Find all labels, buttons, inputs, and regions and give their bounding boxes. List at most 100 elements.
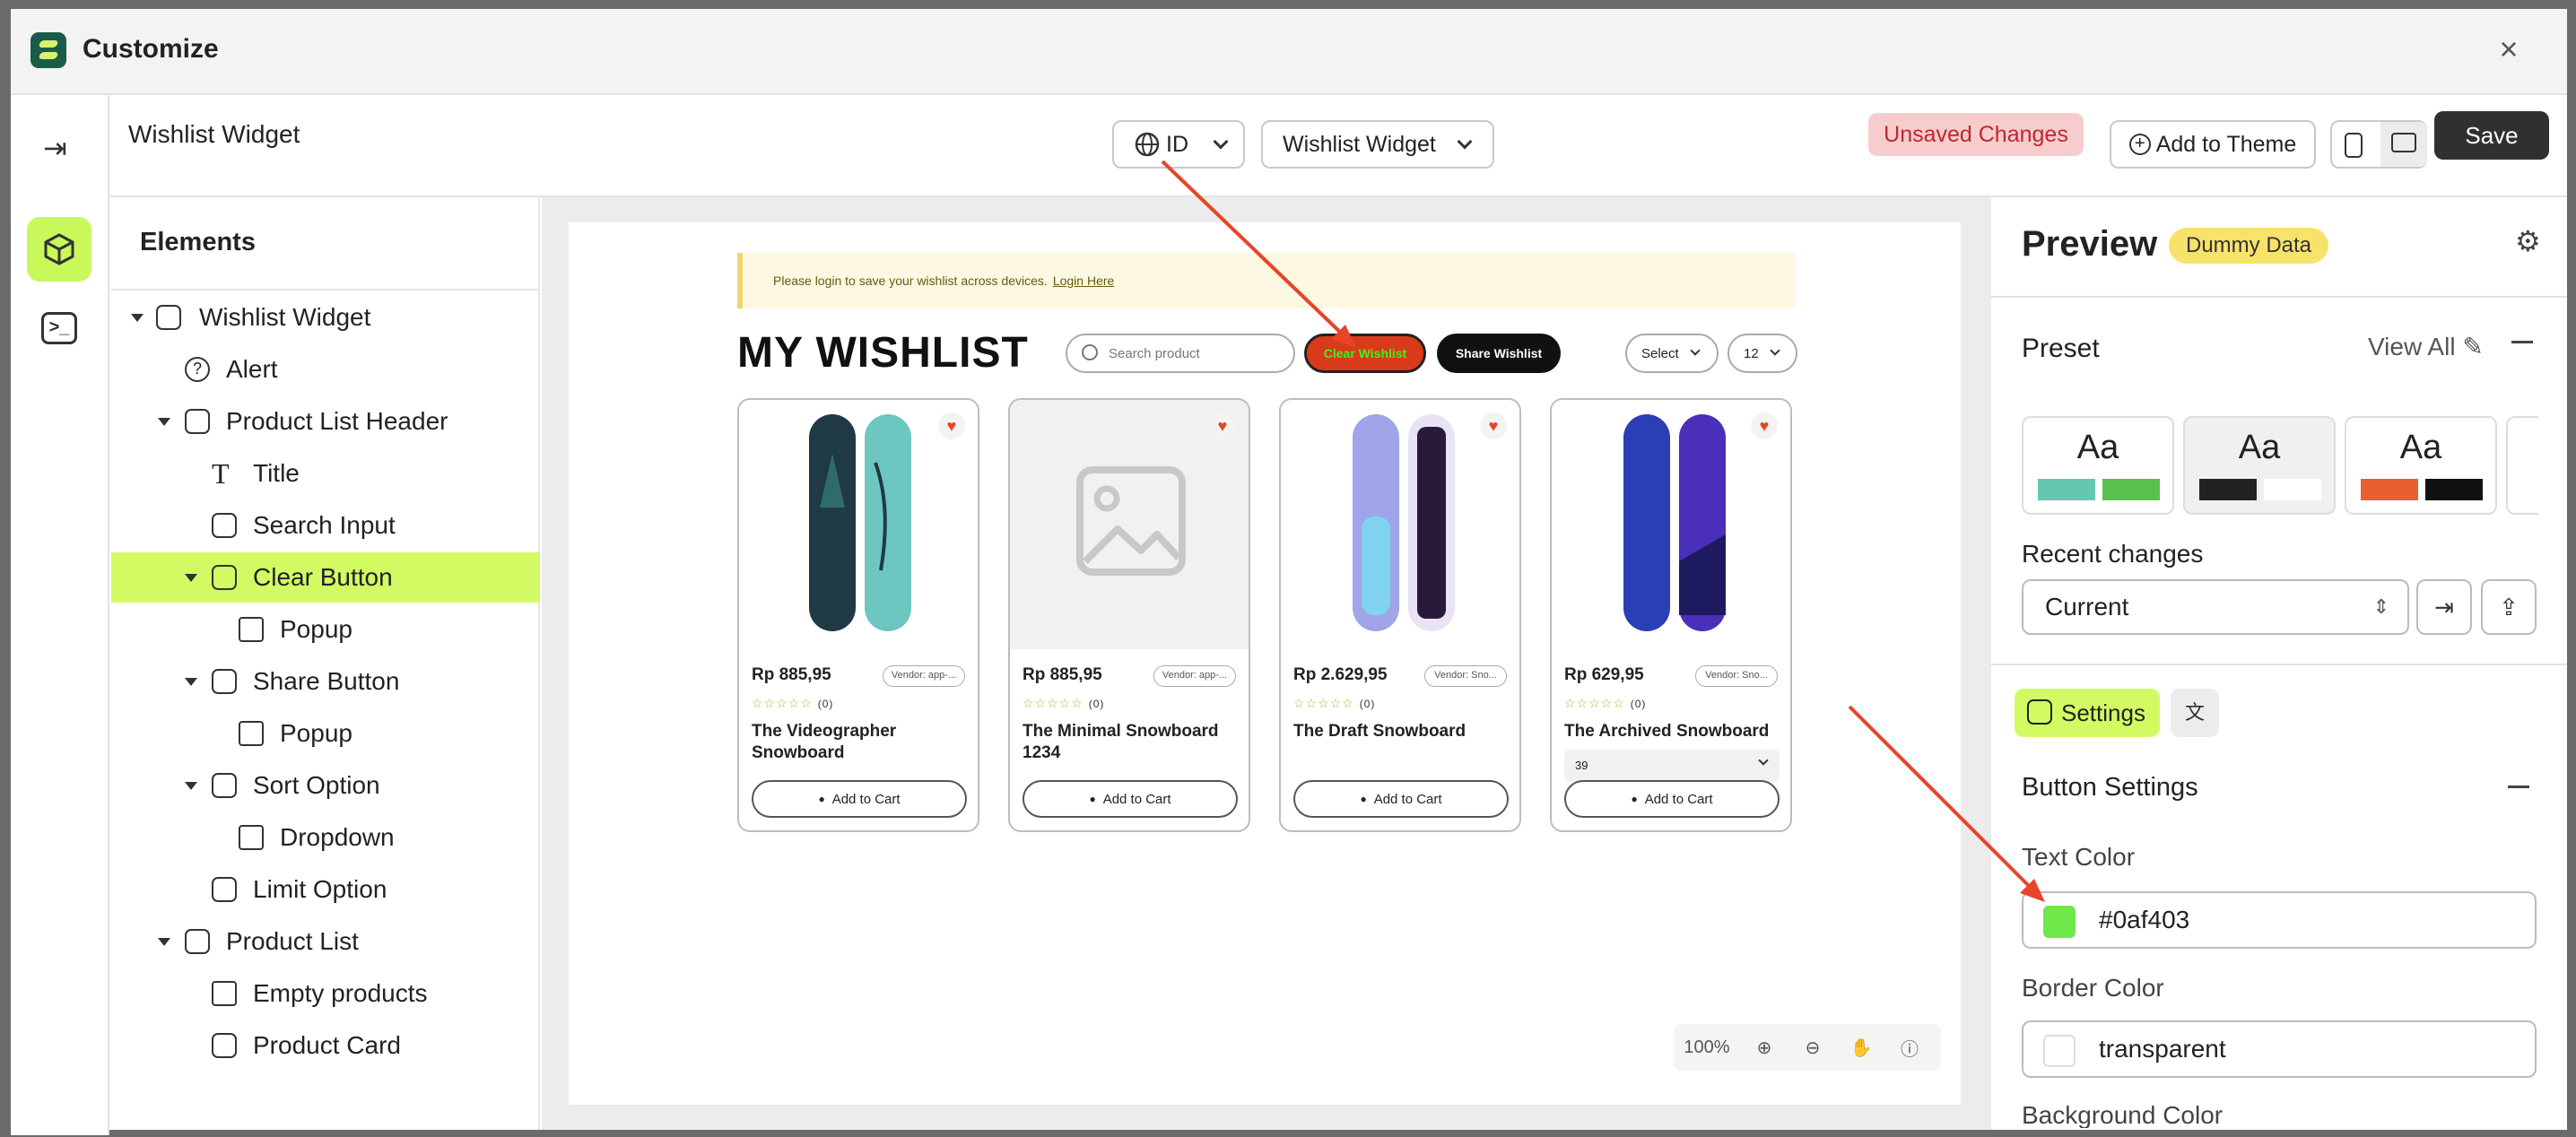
- translate-icon[interactable]: 文: [2171, 689, 2219, 737]
- product-card[interactable]: ♥ Rp 885,95 Vendor: app-... ☆☆☆☆☆ (0) The…: [737, 398, 979, 832]
- zoom-in-icon[interactable]: ⊕: [1740, 1037, 1788, 1059]
- preset-card[interactable]: Aa: [2183, 416, 2336, 515]
- product-card[interactable]: ♥ Rp 2.629,95 Vendor: Sno... ☆☆☆☆☆ (0) Th…: [1279, 398, 1521, 832]
- share-wishlist-button[interactable]: Share Wishlist: [1437, 334, 1561, 373]
- tree-node-alert[interactable]: ? Alert: [111, 344, 540, 395]
- product-card[interactable]: ♥ Rp 885,95 Vendor: app-... ☆☆☆☆☆ (0) The…: [1008, 398, 1250, 832]
- vendor-badge: Vendor: app-...: [883, 665, 965, 687]
- rating-stars: ☆☆☆☆☆ (0): [1564, 696, 1647, 710]
- add-to-cart-button[interactable]: ● Add to Cart: [1564, 780, 1780, 818]
- elements-rail-button[interactable]: [27, 217, 91, 282]
- text-color-value: #0af403: [2099, 906, 2190, 933]
- recent-changes-select[interactable]: Current ⇕: [2022, 579, 2409, 635]
- vendor-badge: Vendor: Sno...: [1695, 665, 1778, 687]
- tree-node-sort-option[interactable]: Sort Option: [111, 760, 540, 811]
- tree-node-empty-products[interactable]: Empty products: [111, 968, 540, 1019]
- product-card[interactable]: ♥ Rp 629,95 Vendor: Sno... ☆☆☆☆☆ (0) The …: [1550, 398, 1792, 832]
- tree-node-popup[interactable]: Popup: [111, 708, 540, 759]
- language-select[interactable]: ID: [1112, 120, 1245, 169]
- hand-icon[interactable]: ✋: [1837, 1037, 1885, 1059]
- save-button[interactable]: Save: [2434, 111, 2549, 160]
- caret-down-icon[interactable]: [158, 938, 170, 946]
- variant-select[interactable]: 39: [1564, 750, 1780, 782]
- product-name[interactable]: The Videographer Snowboard: [752, 721, 970, 764]
- tree-node-product-list[interactable]: Product List: [111, 916, 540, 967]
- border-color-field[interactable]: transparent: [2022, 1020, 2537, 1078]
- export-icon[interactable]: ⇪: [2481, 579, 2537, 635]
- caret-down-icon[interactable]: [185, 782, 197, 790]
- desktop-icon[interactable]: [2391, 133, 2416, 152]
- heart-icon[interactable]: ♥: [938, 412, 965, 439]
- tab-settings[interactable]: Settings: [2015, 689, 2160, 737]
- plus-circle-icon: +: [2128, 134, 2151, 155]
- dummy-data-badge: Dummy Data: [2169, 228, 2328, 264]
- import-icon[interactable]: ⇥: [2416, 579, 2472, 635]
- mobile-icon[interactable]: [2345, 133, 2363, 158]
- button-settings-heading: Button Settings: [2022, 773, 2198, 802]
- tree-node-product-card[interactable]: Product Card: [111, 1020, 540, 1071]
- gear-icon[interactable]: ⚙: [2515, 224, 2541, 258]
- caret-down-icon[interactable]: [131, 314, 144, 322]
- add-to-cart-button[interactable]: ● Add to Cart: [1293, 780, 1509, 818]
- snowboard-image: [1353, 414, 1455, 631]
- tree-node-popup[interactable]: Popup: [111, 604, 540, 655]
- caret-down-icon[interactable]: [185, 678, 197, 686]
- tree-node-search-input[interactable]: Search Input: [111, 500, 540, 551]
- add-to-theme-button[interactable]: + Add to Theme: [2110, 120, 2316, 169]
- heart-icon[interactable]: ♥: [1480, 412, 1507, 439]
- rating-stars: ☆☆☆☆☆ (0): [752, 696, 834, 710]
- language-value: ID: [1166, 131, 1188, 157]
- title-bar: Customize ×: [11, 9, 2567, 95]
- tree-node-product-list-header[interactable]: Product List Header: [111, 396, 540, 447]
- preset-card[interactable]: Aa: [2022, 416, 2174, 515]
- tree-node-label: Popup: [280, 719, 352, 747]
- component-icon: [212, 877, 237, 902]
- preset-card[interactable]: Aa: [2345, 416, 2497, 515]
- divider: [111, 289, 540, 291]
- preset-swatch: [2199, 479, 2257, 500]
- view-all-link[interactable]: View All ✎: [2368, 332, 2484, 361]
- image-placeholder-icon: [1076, 466, 1186, 576]
- product-name[interactable]: The Minimal Snowboard 1234: [1023, 721, 1241, 764]
- close-icon[interactable]: ×: [2495, 33, 2522, 65]
- variant-value: 39: [1575, 759, 1588, 772]
- heart-icon[interactable]: ♥: [1751, 412, 1778, 439]
- tree-node-share-button[interactable]: Share Button: [111, 656, 540, 707]
- widget-select[interactable]: Wishlist Widget: [1261, 120, 1494, 169]
- preset-sample: Aa: [2399, 429, 2442, 466]
- clear-wishlist-button[interactable]: Clear Wishlist: [1304, 334, 1426, 373]
- add-to-cart-button[interactable]: ● Add to Cart: [752, 780, 967, 818]
- sort-select[interactable]: Select: [1625, 334, 1719, 373]
- add-to-cart-button[interactable]: ● Add to Cart: [1023, 780, 1238, 818]
- product-name[interactable]: The Archived Snowboard: [1564, 721, 1783, 742]
- code-terminal-icon[interactable]: >_: [41, 312, 77, 344]
- collapse-icon[interactable]: [2508, 785, 2529, 788]
- globe-icon: [1135, 132, 1160, 157]
- heart-icon[interactable]: ♥: [1209, 412, 1236, 439]
- search-icon: [1082, 344, 1098, 360]
- text-color-field[interactable]: #0af403: [2022, 891, 2537, 949]
- caret-down-icon[interactable]: [185, 574, 197, 582]
- color-swatch[interactable]: [2043, 1035, 2076, 1067]
- limit-select[interactable]: 12: [1727, 334, 1797, 373]
- search-input[interactable]: Search product: [1066, 334, 1295, 373]
- tree-node-limit-option[interactable]: Limit Option: [111, 864, 540, 915]
- preset-card[interactable]: [2506, 416, 2538, 515]
- help-icon[interactable]: ⓘ: [1885, 1035, 1934, 1061]
- login-link[interactable]: Login Here: [1053, 273, 1115, 288]
- zoom-out-icon[interactable]: ⊖: [1788, 1037, 1837, 1059]
- collapse-icon[interactable]: [2511, 341, 2533, 343]
- tree-node-label: Search Input: [253, 511, 396, 539]
- background-color-label: Background Color: [2022, 1101, 2224, 1128]
- exit-icon[interactable]: ⇥: [43, 131, 67, 165]
- tree-node-dropdown[interactable]: Dropdown: [111, 812, 540, 863]
- tree-node-clear-button[interactable]: Clear Button: [111, 552, 540, 603]
- color-swatch[interactable]: [2043, 906, 2076, 938]
- widget-icon: [185, 409, 210, 434]
- add-to-cart-label: Add to Cart: [831, 791, 901, 807]
- cart-icon: ●: [1089, 793, 1096, 805]
- product-name[interactable]: The Draft Snowboard: [1293, 721, 1512, 742]
- tree-node-title[interactable]: T Title: [111, 448, 540, 499]
- caret-down-icon[interactable]: [158, 418, 170, 426]
- tree-node-wishlist-widget[interactable]: Wishlist Widget: [111, 292, 540, 343]
